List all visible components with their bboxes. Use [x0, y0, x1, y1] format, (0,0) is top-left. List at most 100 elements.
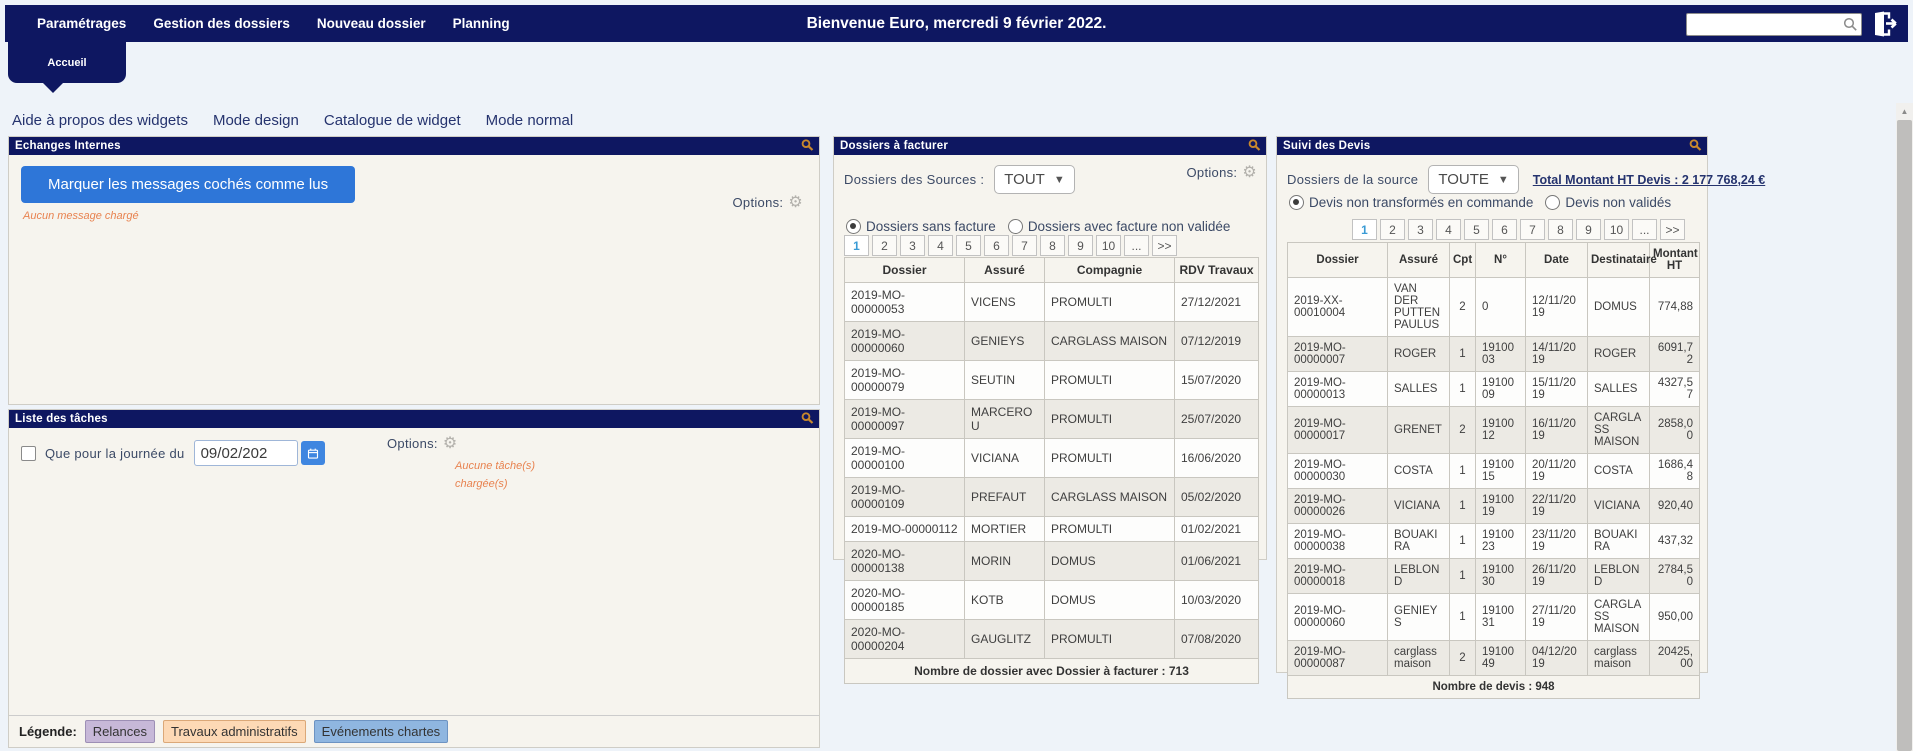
- page-button-active[interactable]: 1: [1352, 219, 1377, 240]
- source-select[interactable]: TOUTE ▼: [1428, 165, 1518, 194]
- zoom-icon[interactable]: [1689, 139, 1702, 157]
- vertical-scrollbar[interactable]: ▲: [1896, 103, 1913, 751]
- table-row[interactable]: 2019-MO-00000100VICIANAPROMULTI16/06/202…: [845, 439, 1259, 478]
- table-row[interactable]: 2019-MO-00000112MORTIERPROMULTI01/02/202…: [845, 517, 1259, 542]
- table-row[interactable]: 2019-MO-00000053VICENSPROMULTI27/12/2021: [845, 283, 1259, 322]
- table-cell: 2019-MO-00000079: [845, 361, 965, 400]
- zoom-icon[interactable]: [1248, 139, 1261, 157]
- page-button[interactable]: 9: [1068, 235, 1093, 256]
- table-row[interactable]: 2019-MO-00000007ROGER1191000314/11/2019R…: [1288, 337, 1700, 372]
- link-mode-design[interactable]: Mode design: [213, 112, 299, 129]
- table-cell: 2019-MO-00000030: [1288, 454, 1388, 489]
- radio-devis-non-transformes-en-commande[interactable]: [1289, 195, 1304, 210]
- mark-messages-read-button[interactable]: Marquer les messages cochés comme lus: [21, 166, 355, 203]
- widget-liste-des-taches: Liste des tâches Que pour la journée du …: [8, 409, 820, 748]
- tab-accueil[interactable]: Accueil: [8, 42, 126, 83]
- source-select[interactable]: TOUT ▼: [994, 165, 1074, 194]
- page-button[interactable]: 5: [956, 235, 981, 256]
- page-button[interactable]: 3: [900, 235, 925, 256]
- legend-chip-relances[interactable]: Relances: [85, 720, 155, 743]
- table-row[interactable]: 2019-MO-00000079SEUTINPROMULTI15/07/2020: [845, 361, 1259, 400]
- logout-icon[interactable]: [1870, 10, 1898, 38]
- devis-table-wrap: DossierAssuréCptN°DateDestinataireMontan…: [1287, 242, 1700, 699]
- legend-label: Légende:: [19, 724, 77, 739]
- page-button[interactable]: 5: [1464, 219, 1489, 240]
- gear-icon[interactable]: ⚙: [788, 196, 803, 210]
- zoom-icon[interactable]: [801, 139, 814, 157]
- page-button[interactable]: 8: [1040, 235, 1065, 256]
- page-button[interactable]: 10: [1604, 219, 1629, 240]
- radio-dossiers-sans-facture[interactable]: [846, 219, 861, 234]
- page-button[interactable]: >>: [1660, 219, 1685, 240]
- table-cell: 1: [1450, 337, 1476, 372]
- page-button[interactable]: 4: [928, 235, 953, 256]
- table-row[interactable]: 2019-MO-00000018LEBLOND1191003026/11/201…: [1288, 559, 1700, 594]
- table-row[interactable]: 2020-MO-00000138MORINDOMUS01/06/2021: [845, 542, 1259, 581]
- scrollbar-thumb[interactable]: [1897, 120, 1912, 751]
- link-aide-a-propos-des-widgets[interactable]: Aide à propos des widgets: [12, 112, 188, 129]
- day-only-checkbox[interactable]: [21, 446, 36, 461]
- table-row[interactable]: 2019-MO-00000030COSTA1191001520/11/2019C…: [1288, 454, 1700, 489]
- page-button[interactable]: ...: [1632, 219, 1657, 240]
- page-button[interactable]: >>: [1152, 235, 1177, 256]
- table-row[interactable]: 2019-MO-00000038BOUAKIRA1191002323/11/20…: [1288, 524, 1700, 559]
- nav-item-nouveau-dossier[interactable]: Nouveau dossier: [317, 16, 426, 31]
- legend-chip-travaux-administratifs[interactable]: Travaux administratifs: [163, 720, 306, 743]
- page-button[interactable]: 4: [1436, 219, 1461, 240]
- page-button[interactable]: 10: [1096, 235, 1121, 256]
- widget-facturer-header: Dossiers à facturer: [834, 137, 1266, 155]
- search-icon[interactable]: [1843, 17, 1858, 37]
- table-row[interactable]: 2019-MO-00000060GENIEYS1191003127/11/201…: [1288, 594, 1700, 641]
- table-row[interactable]: 2019-MO-00000097MARCEROUPROMULTI25/07/20…: [845, 400, 1259, 439]
- gear-icon[interactable]: ⚙: [1242, 166, 1257, 180]
- date-input[interactable]: [194, 440, 298, 466]
- page-button[interactable]: 6: [1492, 219, 1517, 240]
- table-cell: 07/08/2020: [1175, 620, 1259, 659]
- gear-icon[interactable]: ⚙: [443, 437, 458, 451]
- table-row[interactable]: 2020-MO-00000204GAUGLITZPROMULTI07/08/20…: [845, 620, 1259, 659]
- table-row[interactable]: 2019-MO-00000026VICIANA1191001922/11/201…: [1288, 489, 1700, 524]
- page-button[interactable]: 2: [872, 235, 897, 256]
- page-button[interactable]: 7: [1012, 235, 1037, 256]
- table-row[interactable]: 2020-MO-00000185KOTBDOMUS10/03/2020: [845, 581, 1259, 620]
- nav-item-parametrages[interactable]: Paramétrages: [37, 16, 126, 31]
- widget-suivi-des-devis: Suivi des Devis Dossiers de la source TO…: [1276, 136, 1708, 673]
- table-row[interactable]: 2019-MO-00000060GENIEYSCARGLASS MAISON07…: [845, 322, 1259, 361]
- table-row[interactable]: 2019-MO-00000013SALLES1191000915/11/2019…: [1288, 372, 1700, 407]
- table-cell: 01/02/2021: [1175, 517, 1259, 542]
- radio-label-devis-non-valides: Devis non validés: [1565, 195, 1671, 210]
- page-button[interactable]: ...: [1124, 235, 1149, 256]
- scroll-up-arrow[interactable]: ▲: [1896, 103, 1913, 120]
- table-cell: 2019-MO-00000060: [845, 322, 965, 361]
- link-catalogue-de-widget[interactable]: Catalogue de widget: [324, 112, 461, 129]
- page-button[interactable]: 8: [1548, 219, 1573, 240]
- table-row[interactable]: 2019-MO-00000087carglass maison219100490…: [1288, 641, 1700, 676]
- table-cell: 2019-MO-00000007: [1288, 337, 1388, 372]
- page-button[interactable]: 9: [1576, 219, 1601, 240]
- legend-chip-evenements-chartes[interactable]: Evénements chartes: [314, 720, 449, 743]
- radio-dossiers-avec-facture-non-validee[interactable]: [1008, 219, 1023, 234]
- page-button[interactable]: 2: [1380, 219, 1405, 240]
- table-cell: 04/12/2019: [1526, 641, 1588, 676]
- table-header-row: DossierAssuréCompagnieRDV Travaux: [845, 258, 1259, 283]
- table-row[interactable]: 2019-MO-00000017GRENET2191001216/11/2019…: [1288, 407, 1700, 454]
- table-cell: carglass maison: [1588, 641, 1650, 676]
- nav-item-gestion-des-dossiers[interactable]: Gestion des dossiers: [153, 16, 290, 31]
- table-row[interactable]: 2019-XX-00010004VAN DER PUTTEN PAULUS201…: [1288, 278, 1700, 337]
- page-button[interactable]: 7: [1520, 219, 1545, 240]
- search-input[interactable]: [1691, 15, 1843, 34]
- zoom-icon[interactable]: [801, 412, 814, 430]
- table-footer: Nombre de dossier avec Dossier à facture…: [845, 659, 1259, 684]
- nav-item-planning[interactable]: Planning: [453, 16, 510, 31]
- page-button[interactable]: 6: [984, 235, 1009, 256]
- calendar-icon[interactable]: [301, 441, 325, 465]
- table-cell: 437,32: [1650, 524, 1700, 559]
- page-button-active[interactable]: 1: [844, 235, 869, 256]
- radio-devis-non-valides[interactable]: [1545, 195, 1560, 210]
- column-header: Assuré: [965, 258, 1045, 283]
- page-button[interactable]: 3: [1408, 219, 1433, 240]
- table-row[interactable]: 2019-MO-00000109PREFAUTCARGLASS MAISON05…: [845, 478, 1259, 517]
- total-montant-link[interactable]: Total Montant HT Devis : 2 177 768,24 €: [1533, 173, 1765, 187]
- link-mode-normal[interactable]: Mode normal: [486, 112, 574, 129]
- search-box[interactable]: [1686, 13, 1862, 36]
